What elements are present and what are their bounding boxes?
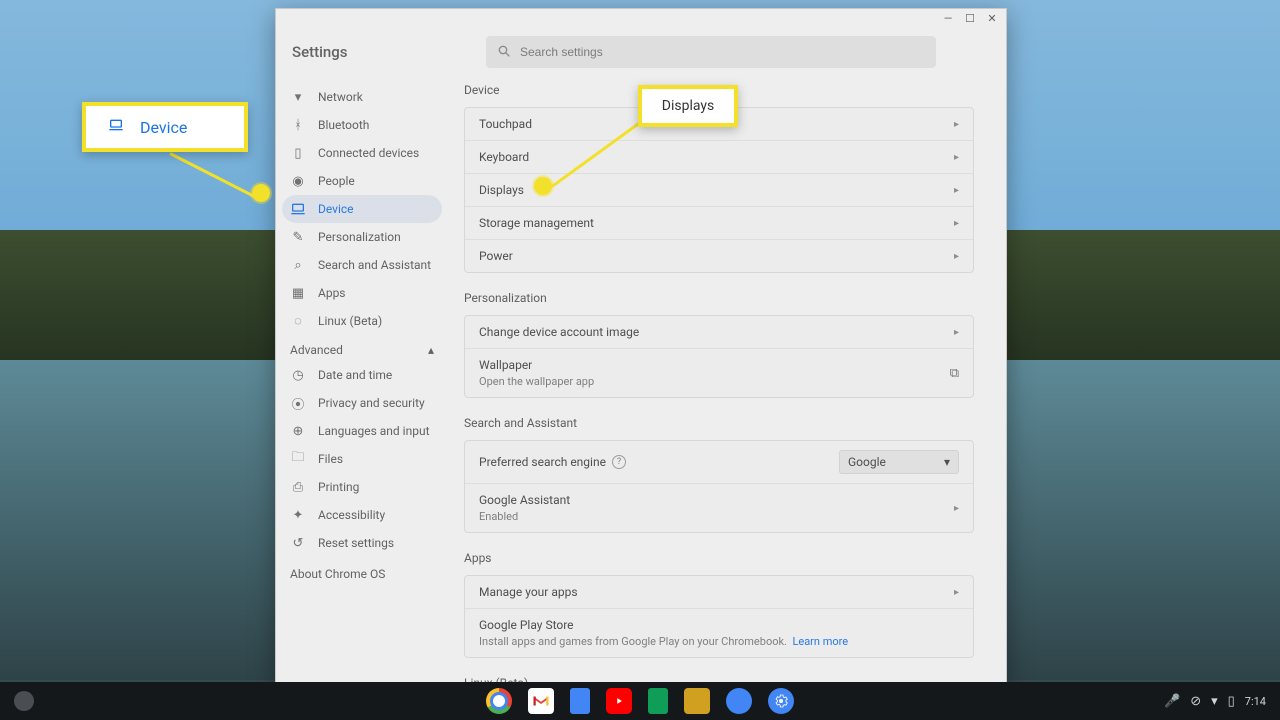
sidebar-item-search-assistant[interactable]: ⌕Search and Assistant [282, 251, 442, 279]
wifi-tray-icon: ▾ [1211, 694, 1218, 709]
row-storage[interactable]: Storage management▸ [465, 206, 973, 239]
row-manage-apps[interactable]: Manage your apps▸ [465, 576, 973, 608]
about-chrome-os[interactable]: About Chrome OS [282, 557, 442, 591]
chrome-app-icon[interactable] [486, 688, 512, 714]
content-pane: Device Touchpad▸ Keyboard▸ Displays▸ Sto… [446, 77, 1006, 687]
chevron-right-icon: ▸ [954, 119, 959, 130]
system-tray[interactable]: 🎤 ⊘ ▾ ▯ 7:14 [1164, 694, 1272, 709]
sidebar-item-device[interactable]: Device [282, 195, 442, 223]
search-icon [496, 43, 512, 62]
chevron-right-icon: ▸ [954, 251, 959, 262]
youtube-app-icon[interactable] [606, 688, 632, 714]
app-title: Settings [292, 43, 452, 61]
callout-displays: Displays [638, 85, 738, 127]
sidebar-item-reset[interactable]: ↺Reset settings [282, 529, 442, 557]
section-title-search: Search and Assistant [464, 416, 974, 430]
sidebar-item-accessibility[interactable]: ✦Accessibility [282, 501, 442, 529]
apps-icon: ▦ [290, 285, 306, 301]
accessibility-icon: ✦ [290, 507, 306, 523]
gmail-app-icon[interactable] [528, 688, 554, 714]
learn-more-link[interactable]: Learn more [792, 635, 848, 648]
shield-icon: ⦿ [290, 395, 306, 411]
sidebar-item-files[interactable]: 🗀Files [282, 445, 442, 473]
section-title-apps: Apps [464, 551, 974, 565]
chevron-up-icon: ▴ [428, 343, 434, 357]
advanced-toggle[interactable]: Advanced ▴ [282, 335, 442, 361]
cursive-app-icon[interactable] [684, 688, 710, 714]
sidebar-item-date-time[interactable]: ◷Date and time [282, 361, 442, 389]
close-button[interactable]: ✕ [986, 12, 998, 24]
reset-icon: ↺ [290, 535, 306, 551]
print-icon: ⎙ [290, 479, 306, 495]
row-google-assistant[interactable]: Google Assistant Enabled ▸ [465, 483, 973, 532]
search-engine-select[interactable]: Google ▾ [839, 450, 959, 474]
search-field[interactable] [520, 45, 926, 59]
shelf: 🎤 ⊘ ▾ ▯ 7:14 [0, 682, 1280, 720]
webstore-app-icon[interactable] [726, 688, 752, 714]
laptop-icon [290, 201, 306, 217]
sidebar-item-people[interactable]: ◉People [282, 167, 442, 195]
folder-icon: 🗀 [290, 451, 306, 467]
search-input[interactable] [486, 36, 936, 68]
sidebar-item-personalization[interactable]: ✎Personalization [282, 223, 442, 251]
person-icon: ◉ [290, 173, 306, 189]
row-account-image[interactable]: Change device account image▸ [465, 316, 973, 348]
callout-dot-device [252, 184, 270, 202]
sidebar-item-languages[interactable]: ⊕Languages and input [282, 417, 442, 445]
chevron-right-icon: ▸ [954, 503, 959, 514]
chevron-right-icon: ▸ [954, 152, 959, 163]
search-icon: ⌕ [290, 257, 306, 273]
battery-icon: ▯ [1228, 694, 1235, 709]
header: Settings [276, 27, 1006, 77]
phone-icon: ▯ [290, 145, 306, 161]
sidebar-item-apps[interactable]: ▦Apps [282, 279, 442, 307]
external-link-icon: ⧉ [950, 366, 959, 381]
maximize-button[interactable]: ☐ [964, 12, 976, 24]
row-play-store[interactable]: Google Play Store Install apps and games… [465, 608, 973, 657]
clock-icon: ◷ [290, 367, 306, 383]
sidebar-item-linux[interactable]: ◌Linux (Beta) [282, 307, 442, 335]
callout-device: Device [82, 102, 248, 152]
callout-dot-displays [534, 177, 552, 195]
settings-app-icon[interactable] [768, 688, 794, 714]
linux-icon: ◌ [290, 313, 306, 329]
callout-device-label: Device [140, 118, 187, 137]
laptop-icon [108, 117, 124, 137]
minimize-button[interactable]: — [942, 12, 954, 24]
row-preferred-engine: Preferred search engine ? Google ▾ [465, 441, 973, 483]
row-wallpaper[interactable]: Wallpaper Open the wallpaper app ⧉ [465, 348, 973, 397]
globe-icon: ⊕ [290, 423, 306, 439]
sidebar-item-connected-devices[interactable]: ▯Connected devices [282, 139, 442, 167]
brush-icon: ✎ [290, 229, 306, 245]
help-icon[interactable]: ? [612, 455, 626, 469]
bluetooth-icon: ᚼ [290, 117, 306, 133]
sidebar-item-privacy[interactable]: ⦿Privacy and security [282, 389, 442, 417]
callout-displays-label: Displays [662, 98, 714, 114]
sheets-app-icon[interactable] [648, 688, 668, 714]
sidebar: ▾Network ᚼBluetooth ▯Connected devices ◉… [276, 77, 446, 687]
chevron-down-icon: ▾ [944, 455, 950, 469]
row-power[interactable]: Power▸ [465, 239, 973, 272]
shelf-apps [486, 688, 794, 714]
row-keyboard[interactable]: Keyboard▸ [465, 140, 973, 173]
stop-icon: ⊘ [1190, 694, 1201, 709]
personalization-card: Change device account image▸ Wallpaper O… [464, 315, 974, 398]
search-card: Preferred search engine ? Google ▾ Googl… [464, 440, 974, 533]
launcher-button[interactable] [14, 691, 34, 711]
chevron-right-icon: ▸ [954, 327, 959, 338]
sidebar-item-printing[interactable]: ⎙Printing [282, 473, 442, 501]
mic-icon: 🎤 [1164, 694, 1180, 709]
clock: 7:14 [1245, 695, 1266, 708]
chevron-right-icon: ▸ [954, 218, 959, 229]
apps-card: Manage your apps▸ Google Play Store Inst… [464, 575, 974, 658]
section-title-personalization: Personalization [464, 291, 974, 305]
window-titlebar: — ☐ ✕ [276, 9, 1006, 27]
sidebar-item-bluetooth[interactable]: ᚼBluetooth [282, 111, 442, 139]
chevron-right-icon: ▸ [954, 185, 959, 196]
wifi-icon: ▾ [290, 89, 306, 105]
chevron-right-icon: ▸ [954, 587, 959, 598]
sidebar-item-network[interactable]: ▾Network [282, 83, 442, 111]
desktop: Device Displays — ☐ ✕ Settings ▾Network [0, 0, 1280, 720]
docs-app-icon[interactable] [570, 688, 590, 714]
